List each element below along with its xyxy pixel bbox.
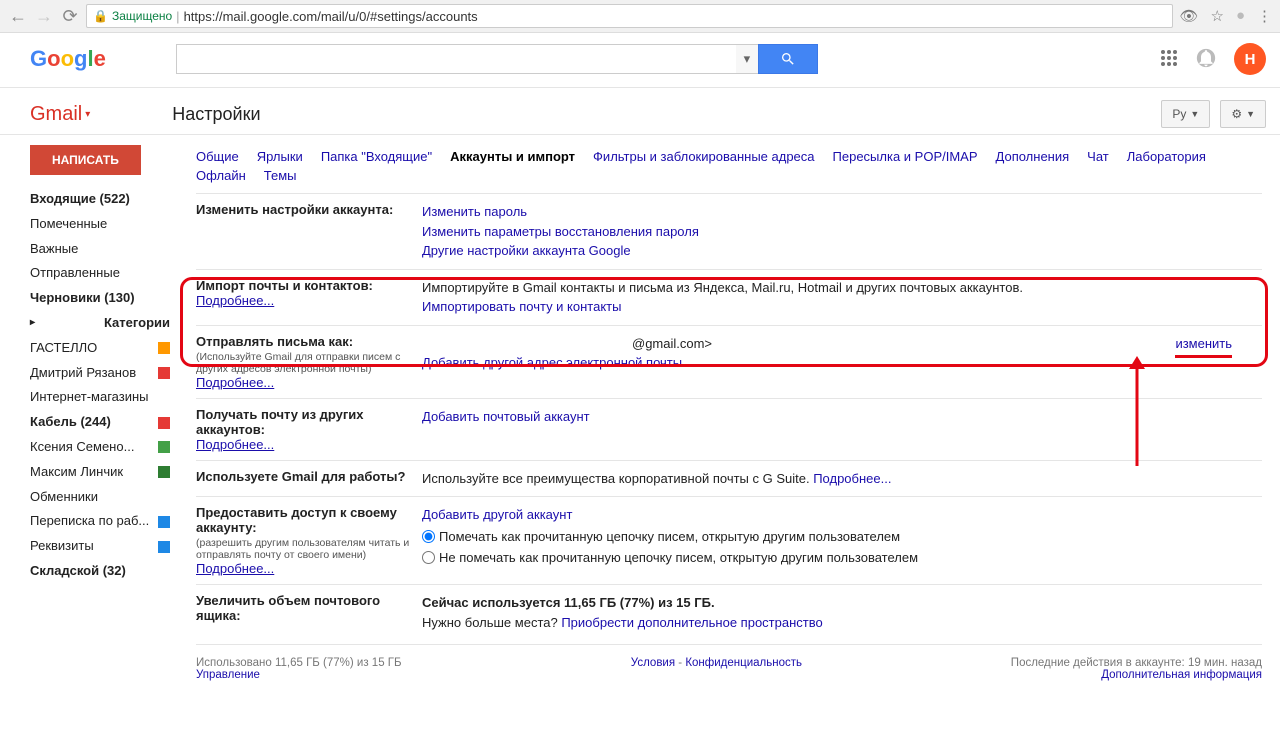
more-link[interactable]: Подробнее...: [196, 561, 274, 576]
more-link[interactable]: Подробнее...: [196, 437, 274, 452]
tab-папка-входящие-[interactable]: Папка "Входящие": [321, 149, 432, 164]
menu-icon[interactable]: ⋮: [1257, 7, 1272, 25]
mark-unread-radio[interactable]: [422, 551, 435, 564]
email-address: @gmail.com>: [632, 336, 712, 351]
settings-content: Общие Ярлыки Папка "Входящие" Аккаунты и им…: [178, 135, 1280, 701]
gsuite-more-link[interactable]: Подробнее...: [813, 471, 891, 486]
settings-gear-button[interactable]: ⚙ ▼: [1220, 100, 1266, 128]
url-text: https://mail.google.com/mail/u/0/#settin…: [184, 9, 478, 24]
more-link[interactable]: Подробнее...: [196, 375, 274, 390]
privacy-link[interactable]: Конфиденциальность: [685, 657, 802, 669]
add-delegate-link[interactable]: Добавить другой аккаунт: [422, 507, 572, 522]
activity-info-link[interactable]: Дополнительная информация: [1101, 669, 1262, 681]
sidebar-label[interactable]: Дмитрий Рязанов: [30, 361, 178, 386]
tab-темы[interactable]: Темы: [264, 168, 297, 183]
row-account-settings: Изменить настройки аккаунта: Изменить па…: [196, 193, 1262, 269]
tab-общие[interactable]: Общие: [196, 149, 239, 164]
search-icon: [780, 51, 796, 67]
sidebar-item[interactable]: Черновики (130): [30, 286, 178, 311]
tab-офлайн[interactable]: Офлайн: [196, 168, 246, 183]
sidebar-label[interactable]: Кабель (244): [30, 410, 178, 435]
search-dropdown[interactable]: ▾: [736, 44, 758, 74]
lock-icon: 🔒 Защищено: [93, 9, 172, 23]
page-title: Настройки: [172, 104, 260, 125]
row-grant-access: Предоставить доступ к своему аккаунту:(р…: [196, 496, 1262, 584]
sidebar-label[interactable]: Складской (32): [30, 559, 178, 584]
sidebar-label[interactable]: ГАСТЕЛЛО: [30, 336, 178, 361]
tab-аккаунты-и-импорт[interactable]: Аккаунты и импорт: [450, 149, 575, 164]
tab-пересылка-и-pop-imap[interactable]: Пересылка и POP/IMAP: [833, 149, 978, 164]
apps-icon[interactable]: [1160, 49, 1178, 70]
search-input[interactable]: [176, 44, 736, 74]
row-send-as: Отправлять письма как:(Используйте Gmail…: [196, 325, 1262, 398]
account-link[interactable]: Другие настройки аккаунта Google: [422, 243, 631, 258]
tab-ярлыки[interactable]: Ярлыки: [257, 149, 303, 164]
row-check-mail: Получать почту из других аккаунтов:Подро…: [196, 398, 1262, 460]
browser-bar: ← → ⟳ 🔒 Защищено | https://mail.google.c…: [0, 0, 1280, 33]
sidebar-label[interactable]: Максим Линчик: [30, 460, 178, 485]
eye-icon[interactable]: 👁: [1179, 7, 1198, 25]
sidebar-label[interactable]: Реквизиты: [30, 534, 178, 559]
search-button[interactable]: [758, 44, 818, 74]
sidebar-item[interactable]: ▸Категории: [30, 311, 178, 336]
sidebar-label[interactable]: Переписка по раб...: [30, 509, 178, 534]
arrow-annotation: [1107, 351, 1167, 471]
add-address-link[interactable]: Добавить другой адрес электронной почты: [422, 355, 682, 370]
avatar[interactable]: Н: [1234, 43, 1266, 75]
account-link[interactable]: Изменить параметры восстановления пароля: [422, 224, 699, 239]
account-link[interactable]: Изменить пароль: [422, 204, 527, 219]
sidebar-item[interactable]: Важные: [30, 237, 178, 262]
row-storage: Увеличить объем почтового ящика: Сейчас …: [196, 584, 1262, 640]
sidebar-item[interactable]: Входящие (522): [30, 187, 178, 212]
forward-button[interactable]: →: [34, 6, 54, 27]
lang-button[interactable]: Ру ▼: [1161, 100, 1210, 128]
tab-дополнения[interactable]: Дополнения: [996, 149, 1070, 164]
row-import: Импорт почты и контактов:Подробнее... Им…: [196, 269, 1262, 325]
compose-button[interactable]: НАПИСАТЬ: [30, 145, 141, 175]
gmail-subbar: Gmail▾ Настройки Ру ▼ ⚙ ▼: [0, 88, 1280, 135]
extension-icon[interactable]: ●: [1236, 7, 1245, 25]
settings-tabs: Общие Ярлыки Папка "Входящие" Аккаунты и им…: [196, 143, 1262, 193]
manage-link[interactable]: Управление: [196, 669, 260, 681]
url-bar[interactable]: 🔒 Защищено | https://mail.google.com/mai…: [86, 4, 1173, 28]
star-icon[interactable]: ☆: [1210, 7, 1223, 25]
buy-storage-link[interactable]: Приобрести дополнительное пространство: [561, 615, 822, 630]
edit-link[interactable]: изменить: [1175, 336, 1232, 351]
tab-лаборатория[interactable]: Лаборатория: [1127, 149, 1206, 164]
mark-read-radio[interactable]: [422, 530, 435, 543]
import-link[interactable]: Импортировать почту и контакты: [422, 299, 621, 314]
reload-button[interactable]: ⟳: [60, 6, 80, 27]
footer: Использовано 11,65 ГБ (77%) из 15 ГБУпра…: [196, 644, 1262, 681]
sidebar-item[interactable]: Отправленные: [30, 261, 178, 286]
bell-icon[interactable]: [1196, 48, 1216, 71]
tab-чат[interactable]: Чат: [1087, 149, 1109, 164]
add-account-link[interactable]: Добавить почтовый аккаунт: [422, 409, 590, 424]
terms-link[interactable]: Условия: [631, 657, 675, 669]
sidebar-label[interactable]: Ксения Семено...: [30, 435, 178, 460]
google-logo[interactable]: Google: [30, 46, 106, 72]
sidebar: НАПИСАТЬ Входящие (522)ПомеченныеВажныеО…: [0, 135, 178, 701]
tab-фильтры-и-заблокированные-адреса[interactable]: Фильтры и заблокированные адреса: [593, 149, 814, 164]
sidebar-item[interactable]: Помеченные: [30, 212, 178, 237]
more-link[interactable]: Подробнее...: [196, 293, 274, 308]
gmail-logo[interactable]: Gmail▾: [30, 103, 90, 126]
google-bar: Google ▾ Н: [0, 33, 1280, 88]
sidebar-label[interactable]: Обменники: [30, 485, 178, 510]
sidebar-label[interactable]: Интернет-магазины: [30, 385, 178, 410]
back-button[interactable]: ←: [8, 6, 28, 27]
row-gsuite: Используете Gmail для работы? Используйт…: [196, 460, 1262, 497]
